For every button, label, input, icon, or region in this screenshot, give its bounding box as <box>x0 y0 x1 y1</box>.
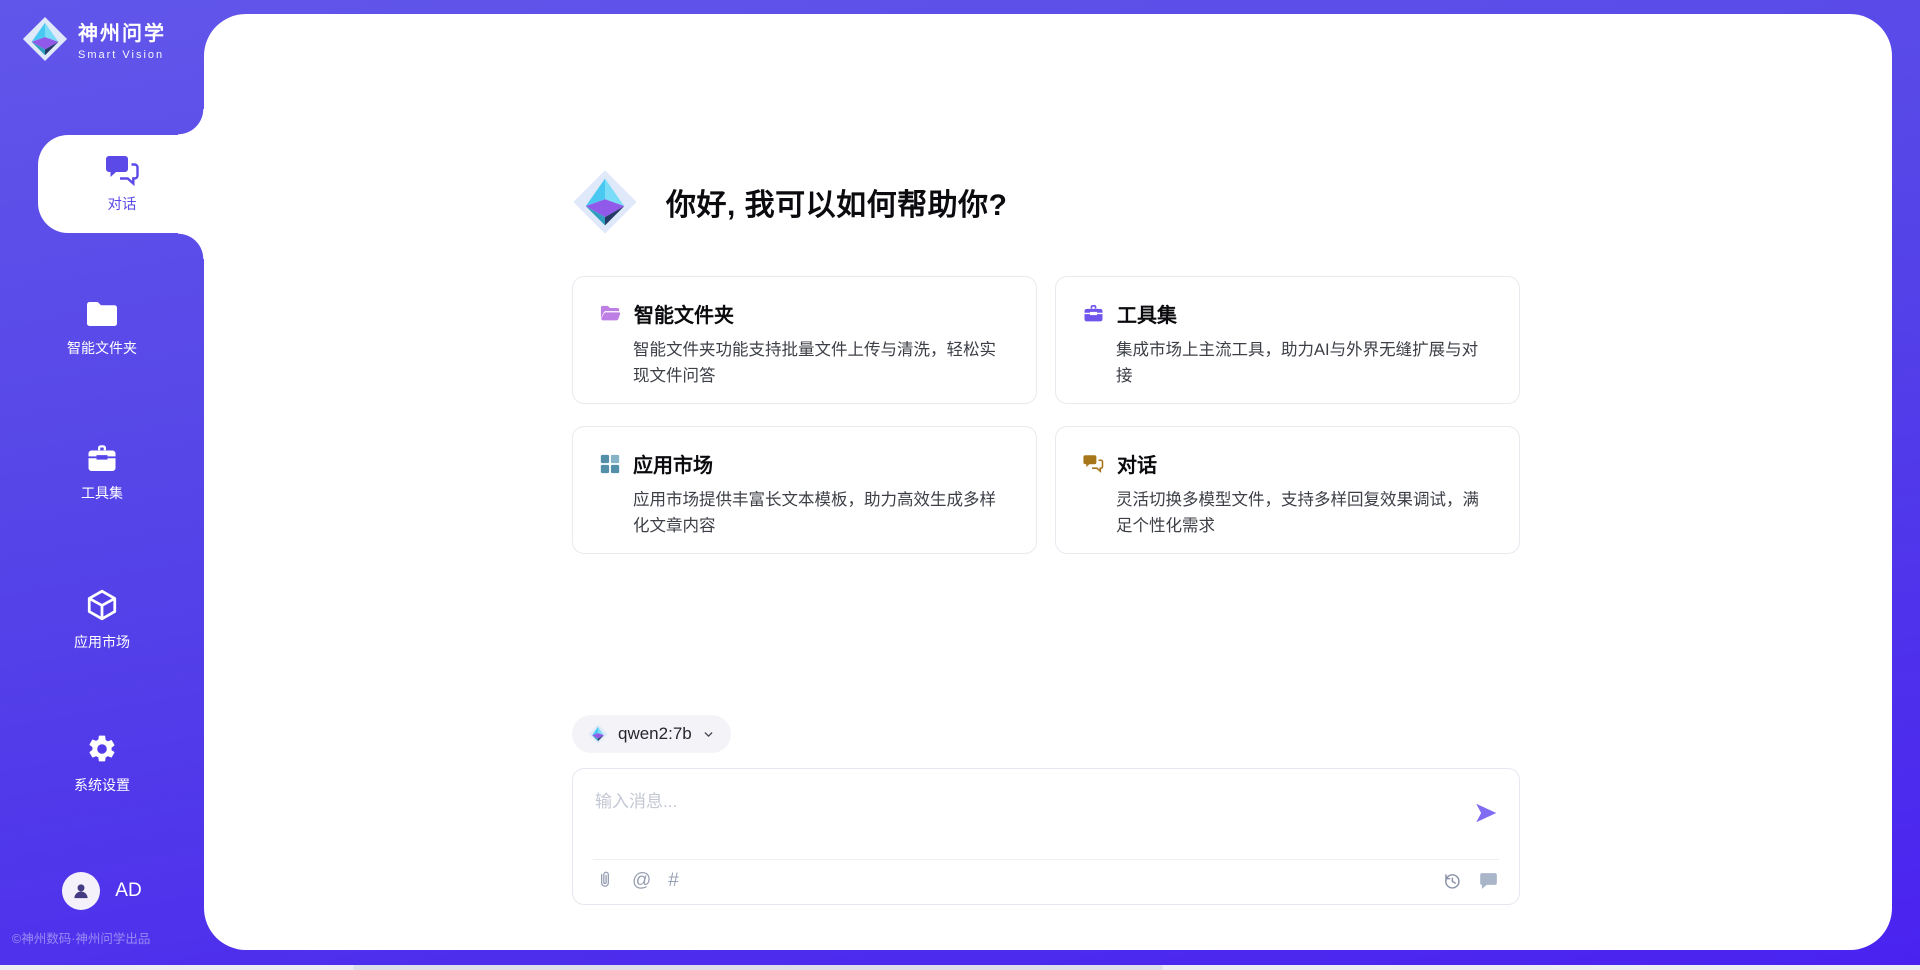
chat-icon <box>103 154 141 186</box>
chevron-down-icon <box>702 728 715 741</box>
card-chat[interactable]: 对话 灵活切换多模型文件，支持多样回复效果调试，满足个性化需求 <box>1055 426 1520 554</box>
cube-icon <box>85 588 119 622</box>
user-account[interactable]: AD <box>0 872 204 910</box>
user-avatar-icon <box>62 872 100 910</box>
chat-bubbles-icon <box>1082 452 1105 475</box>
main-content-panel: 你好, 我可以如何帮助你? 智能文件夹 智能文件夹功能支持批量文件上传与清洗，轻… <box>204 14 1892 950</box>
sidebar-item-label: 应用市场 <box>74 632 130 652</box>
card-title: 智能文件夹 <box>634 299 734 328</box>
sidebar-item-label: 系统设置 <box>74 775 130 795</box>
mention-button[interactable]: @ <box>632 871 651 890</box>
sidebar-item-app-market[interactable]: 应用市场 <box>0 588 204 652</box>
comment-icon <box>1478 870 1499 891</box>
hero: 你好, 我可以如何帮助你? <box>572 169 1008 235</box>
tab-fillet-bottom <box>178 233 204 259</box>
brand-subtitle: Smart Vision <box>78 49 166 61</box>
message-input[interactable] <box>583 775 1439 851</box>
model-selector[interactable]: qwen2:7b <box>572 715 731 753</box>
brand-logo-icon <box>22 16 68 62</box>
app-grid-icon <box>599 453 621 475</box>
sidebar-item-toolset[interactable]: 工具集 <box>0 443 204 503</box>
app-logo-icon <box>572 169 638 235</box>
message-input-box: @ # <box>572 768 1520 905</box>
card-description: 集成市场上主流工具，助力AI与外界无缝扩展与对接 <box>1082 338 1493 389</box>
card-title: 工具集 <box>1117 299 1177 328</box>
greeting-title: 你好, 我可以如何帮助你? <box>666 180 1008 224</box>
folder-open-icon <box>599 302 622 325</box>
toolbox-icon <box>1082 302 1105 325</box>
comment-button[interactable] <box>1478 870 1499 891</box>
attach-button[interactable] <box>595 869 615 891</box>
send-button[interactable] <box>1473 799 1501 827</box>
brand-name: 神州问学 <box>78 17 166 46</box>
horizontal-scrollbar[interactable] <box>0 965 1920 970</box>
composer: qwen2:7b @ # <box>572 715 1520 905</box>
card-app-market[interactable]: 应用市场 应用市场提供丰富长文本模板，助力高效生成多样化文章内容 <box>572 426 1037 554</box>
paperclip-icon <box>595 869 615 891</box>
card-title: 对话 <box>1117 449 1157 478</box>
sidebar-item-smart-folder[interactable]: 智能文件夹 <box>0 300 204 358</box>
send-icon <box>1473 800 1499 826</box>
history-icon <box>1441 870 1462 891</box>
folder-icon <box>85 300 119 328</box>
model-name: qwen2:7b <box>618 724 692 744</box>
scrollbar-thumb[interactable] <box>353 965 1163 970</box>
hash-button[interactable]: # <box>668 871 679 890</box>
card-title: 应用市场 <box>633 449 713 478</box>
gear-icon <box>86 733 118 765</box>
brand: 神州问学 Smart Vision <box>22 16 166 62</box>
sidebar-item-chat[interactable]: 对话 <box>38 135 206 233</box>
tab-fillet-top <box>178 109 204 135</box>
card-description: 应用市场提供丰富长文本模板，助力高效生成多样化文章内容 <box>599 488 1010 539</box>
card-description: 灵活切换多模型文件，支持多样回复效果调试，满足个性化需求 <box>1082 488 1493 539</box>
card-description: 智能文件夹功能支持批量文件上传与清洗，轻松实现文件问答 <box>599 338 1010 389</box>
composer-divider <box>593 859 1499 860</box>
user-name: AD <box>115 880 141 902</box>
toolbox-icon <box>85 443 119 473</box>
history-button[interactable] <box>1441 870 1462 891</box>
sidebar-item-label: 智能文件夹 <box>67 338 137 358</box>
sidebar-item-label: 工具集 <box>81 483 123 503</box>
sidebar-item-label: 对话 <box>108 193 137 214</box>
copyright-footer: ©神州数码·神州问学出品 <box>12 928 150 947</box>
feature-cards: 智能文件夹 智能文件夹功能支持批量文件上传与清洗，轻松实现文件问答 工具集 集成… <box>572 276 1520 554</box>
card-toolset[interactable]: 工具集 集成市场上主流工具，助力AI与外界无缝扩展与对接 <box>1055 276 1520 404</box>
sidebar-item-settings[interactable]: 系统设置 <box>0 733 204 795</box>
model-logo-icon <box>588 724 608 744</box>
card-smart-folder[interactable]: 智能文件夹 智能文件夹功能支持批量文件上传与清洗，轻松实现文件问答 <box>572 276 1037 404</box>
